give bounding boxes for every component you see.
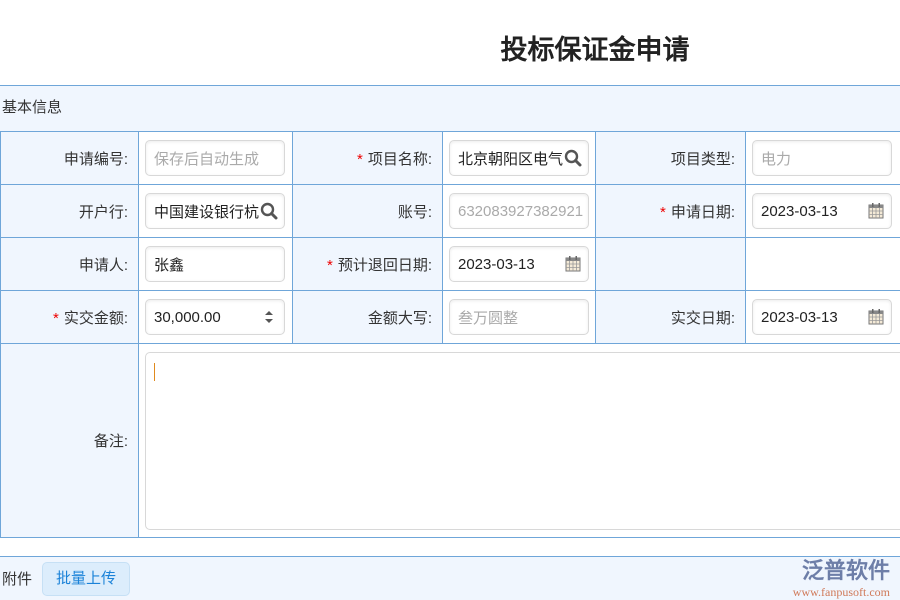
calendar-icon[interactable]	[867, 202, 885, 220]
amount-label: 实交金额:	[64, 310, 128, 327]
text-caret	[154, 363, 155, 381]
apply-date-label: 申请日期:	[671, 204, 735, 221]
required-mark: *	[660, 204, 666, 221]
stepper-icon[interactable]	[260, 308, 278, 326]
calendar-icon[interactable]	[867, 308, 885, 326]
pay-date-input[interactable]: 2023-03-13	[752, 299, 892, 335]
account-label: 账号:	[398, 204, 432, 221]
apply-no-label: 申请编号:	[64, 151, 128, 168]
bank-input[interactable]: 中国建设银行杭	[145, 193, 285, 229]
logo-name: 泛普软件	[793, 553, 890, 585]
required-mark: *	[53, 310, 59, 327]
basic-info-form: 申请编号: 保存后自动生成 * 项目名称: 北京朝阳区电气 项目类型: 电力 开户…	[0, 131, 900, 538]
attachment-section: 附件 批量上传	[0, 556, 900, 600]
page-title: 投标保证金申请	[0, 28, 900, 67]
return-date-label: 预计退回日期:	[338, 257, 432, 274]
required-mark: *	[357, 151, 363, 168]
logo: 泛普软件 www.fanpusoft.com	[793, 553, 890, 600]
search-icon[interactable]	[260, 202, 278, 220]
apply-date-input[interactable]: 2023-03-13	[752, 193, 892, 229]
project-name-label: 项目名称:	[368, 151, 432, 168]
search-icon[interactable]	[564, 149, 582, 167]
logo-url: www.fanpusoft.com	[793, 585, 890, 600]
batch-upload-button[interactable]: 批量上传	[42, 562, 130, 596]
applicant-label: 申请人:	[79, 257, 128, 274]
amount-words-label: 金额大写:	[368, 310, 432, 327]
apply-no-input[interactable]: 保存后自动生成	[145, 140, 285, 176]
remark-textarea[interactable]	[145, 352, 900, 530]
project-name-input[interactable]: 北京朝阳区电气	[449, 140, 589, 176]
return-date-input[interactable]: 2023-03-13	[449, 246, 589, 282]
attachment-label: 附件	[2, 568, 32, 589]
section-basic-info: 基本信息	[0, 85, 900, 131]
bank-label: 开户行:	[79, 204, 128, 221]
amount-words-input[interactable]: 叁万圆整	[449, 299, 589, 335]
account-input[interactable]: 632083927382921	[449, 193, 589, 229]
required-mark: *	[327, 257, 333, 274]
amount-input[interactable]: 30,000.00	[145, 299, 285, 335]
calendar-icon[interactable]	[564, 255, 582, 273]
empty-value-cell	[746, 238, 900, 291]
pay-date-label: 实交日期:	[671, 310, 735, 327]
project-type-input[interactable]: 电力	[752, 140, 892, 176]
empty-label-cell	[596, 238, 746, 291]
project-type-label: 项目类型:	[671, 151, 735, 168]
applicant-input[interactable]: 张鑫	[145, 246, 285, 282]
remark-label: 备注:	[94, 433, 128, 450]
